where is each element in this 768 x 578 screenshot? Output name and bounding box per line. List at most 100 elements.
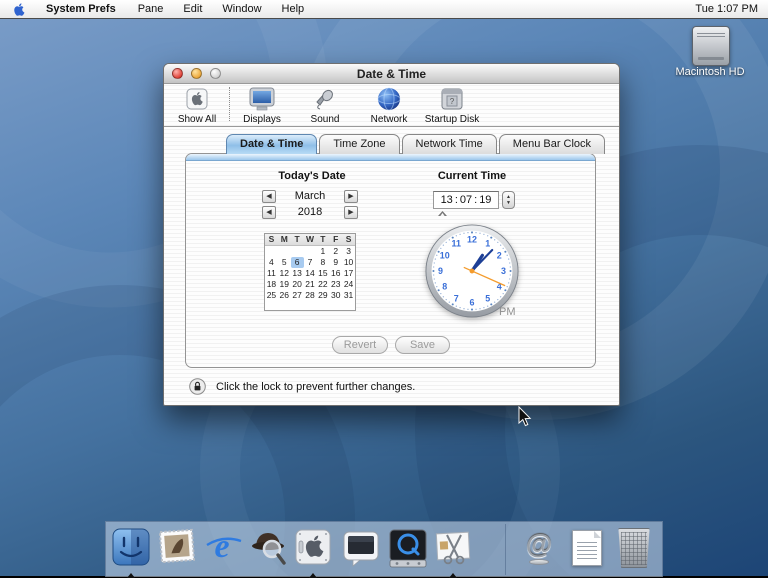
calendar-day[interactable]: 21 [304,279,317,290]
calendar-day-empty [329,301,342,312]
calendar-day[interactable]: 28 [304,290,317,301]
time-seconds[interactable]: 19 [479,194,491,206]
at-symbol-icon: @ [519,527,559,561]
toolbar-displays[interactable]: Displays [232,85,292,125]
dock-item-mail[interactable] [157,527,197,567]
preferences-toolbar: Show All Displays Sound Network ? Startu [164,83,619,127]
calendar-day[interactable]: 13 [291,268,304,279]
time-field[interactable]: 13 : 07 : 19 [433,191,499,209]
calendar-day[interactable]: 19 [278,279,291,290]
time-hours[interactable]: 13 [441,194,453,206]
calendar-day[interactable]: 11 [265,268,278,279]
calendar-day[interactable]: 12 [278,268,291,279]
calendar-day[interactable]: 16 [329,268,342,279]
hd-vent-decor [697,31,725,37]
calendar-day[interactable]: 18 [265,279,278,290]
dock-item-system-preferences[interactable] [293,527,333,567]
toolbar-separator [229,87,230,121]
svg-text:3: 3 [501,266,506,276]
svg-text:5: 5 [485,293,490,303]
calendar-day[interactable]: 1 [316,246,329,257]
menu-pane[interactable]: Pane [128,0,174,18]
menu-bar: System Prefs Pane Edit Window Help Tue 1… [0,0,768,19]
dock-item-grab[interactable] [433,527,473,567]
calendar-day[interactable]: 23 [329,279,342,290]
down-arrow-icon[interactable]: ▼ [506,200,511,206]
dock-item-at-link[interactable]: @ [519,527,559,567]
show-all-icon [167,85,227,113]
dock-item-display-app[interactable] [341,527,381,567]
time-stepper[interactable]: ▲ ▼ [502,191,515,209]
dock-divider [505,524,506,575]
calendar-day[interactable]: 20 [291,279,304,290]
calendar-day[interactable]: 17 [342,268,355,279]
macintosh-hd-label[interactable]: Macintosh HD [660,66,760,78]
calendar-day[interactable]: 27 [291,290,304,301]
toolbar-startup-disk[interactable]: ? Startup Disk [422,85,482,125]
mail-stamp-icon [157,527,197,567]
month-previous-button[interactable]: ◀ [262,190,276,203]
tab-menu-bar-clock[interactable]: Menu Bar Clock [499,134,605,154]
toolbar-network[interactable]: Network [359,85,419,125]
quicktime-icon [387,527,429,569]
month-next-button[interactable]: ▶ [344,190,358,203]
tab-panel-top-band [186,154,595,161]
left-arrow-icon: ◀ [266,193,271,200]
dock-item-quicktime[interactable] [387,527,427,567]
calendar-day[interactable]: 10 [342,257,355,268]
lock-icon[interactable] [189,378,206,395]
toolbar-sound[interactable]: Sound [295,85,355,125]
tab-time-zone[interactable]: Time Zone [319,134,399,154]
apple-menu[interactable] [12,2,26,17]
tab-content-panel: Today's Date ◀ March ▶ ◀ 2018 ▶ SMTWTFS … [185,153,596,368]
macintosh-hd-icon[interactable] [692,26,730,66]
dock-item-sherlock[interactable] [248,527,288,567]
tab-network-time[interactable]: Network Time [402,134,497,154]
calendar-day[interactable]: 25 [265,290,278,301]
calendar-day[interactable]: 6 [291,257,304,268]
year-previous-button[interactable]: ◀ [262,206,276,219]
grab-scissors-icon [433,527,473,567]
calendar-day[interactable]: 2 [329,246,342,257]
toolbar-show-all[interactable]: Show All [167,85,227,125]
network-icon [359,85,419,113]
month-stepper-row: ◀ March ▶ [186,190,438,204]
calendar-day-empty [278,246,291,257]
internet-explorer-icon: e [203,527,243,567]
menu-help[interactable]: Help [272,0,315,18]
save-button[interactable]: Save [395,336,450,354]
current-time-heading: Current Time [412,170,532,182]
calendar-day-header: S [265,234,278,245]
calendar-day[interactable]: 9 [329,257,342,268]
menu-app-name[interactable]: System Prefs [36,0,128,18]
time-minutes[interactable]: 07 [460,194,472,206]
calendar-day-empty [304,301,317,312]
menu-window[interactable]: Window [212,0,271,18]
calendar-day[interactable]: 29 [316,290,329,301]
right-arrow-icon: ▶ [348,193,353,200]
calendar-day[interactable]: 22 [316,279,329,290]
calendar-day[interactable]: 30 [329,290,342,301]
calendar-day[interactable]: 7 [304,257,317,268]
calendar-day[interactable]: 24 [342,279,355,290]
calendar-day[interactable]: 26 [278,290,291,301]
year-next-button[interactable]: ▶ [344,206,358,219]
tab-date-time[interactable]: Date & Time [226,134,317,154]
calendar-day[interactable]: 4 [265,257,278,268]
calendar-day[interactable]: 8 [316,257,329,268]
time-segment-caret [438,211,447,216]
menu-edit[interactable]: Edit [173,0,212,18]
revert-button[interactable]: Revert [332,336,388,354]
dock-item-finder[interactable] [111,527,151,567]
calendar-day[interactable]: 5 [278,257,291,268]
dock-item-internet-explorer[interactable]: e [203,527,243,567]
calendar-day[interactable]: 31 [342,290,355,301]
dock-item-trash[interactable] [614,527,654,567]
menu-bar-clock[interactable]: Tue 1:07 PM [695,3,768,15]
trash-icon [617,528,651,568]
title-bar[interactable]: Date & Time [164,64,619,84]
calendar-day[interactable]: 14 [304,268,317,279]
dock-item-document[interactable] [567,527,607,567]
calendar-day[interactable]: 3 [342,246,355,257]
calendar-day[interactable]: 15 [316,268,329,279]
